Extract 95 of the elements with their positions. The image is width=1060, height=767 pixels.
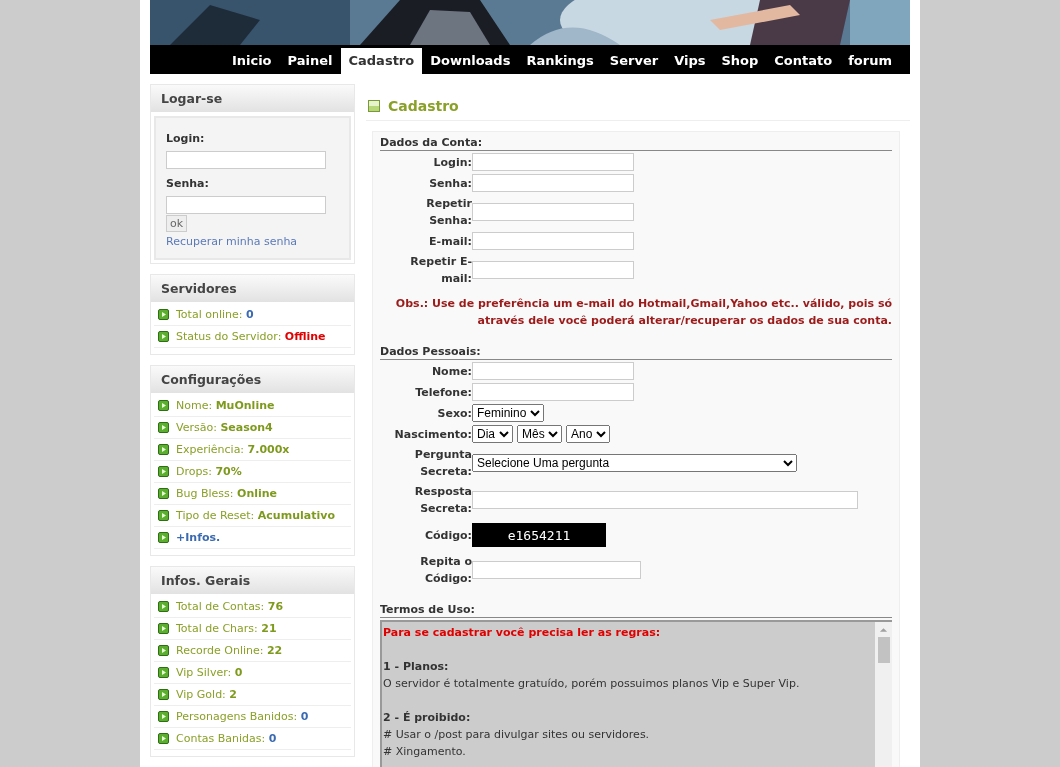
field-label: Pergunta Secreta: — [413, 447, 472, 480]
box-title: Logar-se — [161, 91, 223, 106]
info-label: Total de Chars: 21 — [176, 622, 277, 635]
field-label: E-mail: — [428, 233, 472, 250]
box-title: Infos. Gerais — [161, 573, 251, 588]
info-label: Experiência: 7.000x — [176, 443, 290, 456]
arrow-bullet-icon — [158, 309, 169, 320]
arrow-bullet-icon — [158, 733, 169, 744]
nav-tab[interactable]: forum — [840, 48, 900, 74]
info-label: Tipo de Reset: Acumulativo — [176, 509, 335, 522]
ok-button[interactable]: ok — [166, 215, 188, 232]
input-field[interactable] — [472, 203, 634, 221]
box-title: Servidores — [161, 281, 237, 296]
info-label: Recorde Online: 22 — [176, 644, 283, 657]
input-field[interactable] — [472, 153, 634, 171]
info-label: Total de Contas: 76 — [176, 600, 284, 613]
input-field[interactable] — [472, 383, 634, 401]
login-field[interactable] — [166, 151, 326, 169]
arrow-bullet-icon — [158, 532, 169, 543]
arrow-bullet-icon — [158, 510, 169, 521]
info-label: Personagens Banidos: 0 — [176, 710, 309, 723]
terms-heading: 1 - Planos: — [383, 659, 450, 675]
arrow-bullet-icon — [158, 667, 169, 678]
dropdown[interactable]: Mês — [517, 425, 562, 443]
arrow-bullet-icon — [158, 623, 169, 634]
dropdown[interactable]: Feminino — [472, 404, 544, 422]
field-label: Sexo: — [436, 405, 472, 422]
scroll-up-icon[interactable] — [879, 627, 888, 633]
nav-tab[interactable]: Inicio — [223, 48, 280, 74]
arrow-bullet-icon — [158, 422, 169, 433]
captcha-image: e1654211 — [472, 523, 606, 547]
box-title: Configurações — [161, 372, 262, 387]
section-title: Termos de Uso: — [380, 603, 892, 618]
arrow-bullet-icon — [158, 488, 169, 499]
input-field[interactable] — [472, 362, 634, 380]
arrow-bullet-icon — [158, 601, 169, 612]
nav-tab[interactable]: Shop — [713, 48, 767, 74]
nav-tab[interactable]: Contato — [766, 48, 841, 74]
arrow-bullet-icon — [158, 711, 169, 722]
field-label: Repetir E-mail: — [409, 254, 472, 287]
field-label: Nome: — [430, 363, 472, 380]
arrow-bullet-icon — [158, 331, 169, 342]
page-title: Cadastro — [388, 98, 459, 114]
terms-heading: 2 - É proibido: — [383, 710, 472, 726]
field-label: Login: — [432, 154, 472, 171]
terms-text: # Usar o /post para divulgar sites ou servidores. — [383, 727, 651, 743]
info-label: Status do Servidor: Offline — [176, 330, 326, 343]
field-label: Código: — [423, 527, 472, 544]
input-field[interactable] — [472, 261, 634, 279]
scrollbar[interactable] — [875, 622, 892, 767]
terms-text: # Xingamento. — [383, 744, 467, 760]
field-label: Login: — [166, 132, 205, 145]
scroll-thumb[interactable] — [877, 637, 890, 663]
field-label: Senha: — [428, 175, 472, 192]
input-field[interactable] — [472, 174, 634, 192]
terms-warning: Para se cadastrar você precisa ler as regras: — [383, 625, 662, 641]
section-title: Dados Pessoais: — [380, 345, 892, 360]
nav-tab[interactable]: Downloads — [422, 48, 519, 74]
nav-tab[interactable]: Cadastro — [340, 48, 423, 74]
arrow-bullet-icon — [158, 645, 169, 656]
nav-tab[interactable]: Vips — [666, 48, 714, 74]
square-icon — [368, 100, 380, 112]
input-field[interactable] — [472, 561, 641, 579]
arrow-bullet-icon — [158, 400, 169, 411]
info-label: Bug Bless: Online — [176, 487, 278, 500]
arrow-bullet-icon — [158, 444, 169, 455]
dropdown[interactable]: Selecione Uma pergunta — [472, 454, 797, 472]
info-label: Contas Banidas: 0 — [176, 732, 277, 745]
info-label: Vip Gold: 2 — [176, 688, 237, 701]
nav-tab[interactable]: Painel — [279, 48, 341, 74]
nav-tab[interactable]: Rankings — [518, 48, 602, 74]
field-label: Repetir Senha: — [425, 196, 472, 229]
arrow-bullet-icon — [158, 466, 169, 477]
field-label: Nascimento: — [393, 426, 472, 443]
arrow-bullet-icon — [158, 689, 169, 700]
dropdown[interactable]: Ano — [566, 425, 610, 443]
info-label: Nome: MuOnline — [176, 399, 275, 412]
input-field[interactable] — [472, 491, 858, 509]
info-label: Total online: 0 — [176, 308, 254, 321]
info-label: Vip Silver: 0 — [176, 666, 243, 679]
field-label: Resposta Secreta: — [413, 484, 472, 517]
section-title: Dados da Conta: — [380, 136, 892, 151]
field-label: Repita o Código: — [419, 554, 472, 587]
field-label: Senha: — [166, 177, 209, 190]
password-field[interactable] — [166, 196, 326, 214]
info-label: Drops: 70% — [176, 465, 242, 478]
info-label: Versão: Season4 — [176, 421, 273, 434]
recover-password-link[interactable]: Recuperar minha senha — [166, 235, 298, 248]
terms-text: O servidor é totalmente gratuído, porém possuimos planos Vip e Super Vip. — [383, 676, 801, 692]
input-field[interactable] — [472, 232, 634, 250]
more-info-link[interactable]: +Infos. — [176, 531, 221, 544]
dropdown[interactable]: Dia — [472, 425, 513, 443]
nav-tab[interactable]: Server — [601, 48, 667, 74]
email-note: Obs.: Use de preferência um e-mail do Hotmail,Gmail,Yahoo etc.. válido, pois só através dele você poderá alterar/recuperar os dados de sua conta. — [394, 296, 892, 329]
field-label: Telefone: — [414, 384, 472, 401]
